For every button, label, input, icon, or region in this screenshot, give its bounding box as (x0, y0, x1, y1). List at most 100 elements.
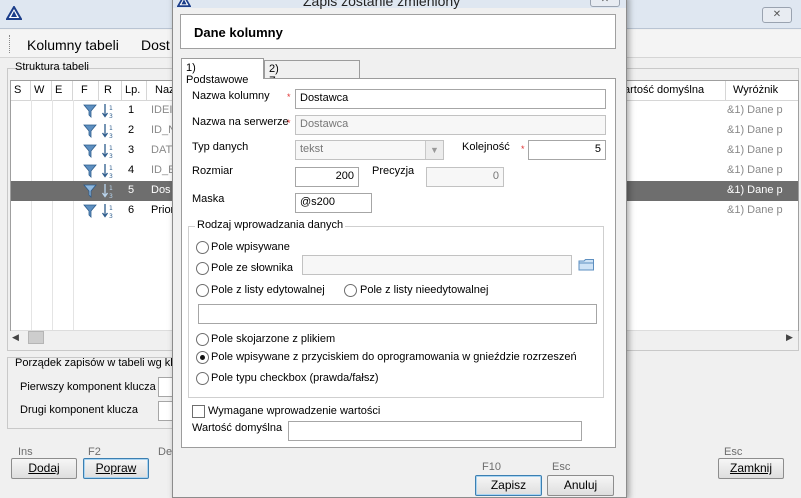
col-header-wyroznik[interactable]: Wyróżnik (726, 81, 798, 100)
row-wyroznik: &1) Dane p (727, 104, 783, 116)
app-logo-icon (6, 6, 22, 20)
data-type-label: Typ danych (192, 141, 249, 153)
required-marker: * (521, 144, 525, 154)
svg-text:3: 3 (109, 213, 113, 219)
svg-text:1: 1 (109, 145, 113, 152)
radio-label[interactable]: Pole wpisywane (211, 241, 290, 253)
order-label: Kolejność (462, 141, 510, 153)
radio-pole-ze-slownika[interactable] (196, 262, 209, 275)
add-button[interactable]: Dodaj (11, 458, 77, 479)
col-header-w[interactable]: W (31, 81, 52, 100)
cancel-button[interactable]: Anuluj (547, 475, 614, 496)
row-name: IDEI (151, 104, 173, 116)
mask-label: Maska (192, 193, 225, 205)
radio-label[interactable]: Pole skojarzone z plikiem (211, 333, 335, 345)
dialog-title: Zapis zostanie zmieniony (303, 0, 461, 9)
required-marker: * (287, 92, 291, 102)
svg-text:1: 1 (109, 105, 113, 112)
order-input[interactable]: 5 (528, 140, 606, 160)
main-window-close-button[interactable]: ✕ (762, 7, 792, 23)
row-wyroznik: &1) Dane p (727, 124, 783, 136)
size-label: Rozmiar (192, 165, 233, 177)
filter-icon (83, 164, 97, 178)
size-input[interactable]: 200 (295, 167, 359, 187)
col-header-f[interactable]: F (73, 81, 99, 100)
first-key-label: Pierwszy komponent klucza (20, 381, 156, 393)
f2-key-hint: F2 (88, 446, 101, 458)
row-wyroznik: &1) Dane p (727, 144, 783, 156)
sort-icon: 13 (102, 144, 113, 159)
filter-icon (83, 204, 97, 218)
col-header-default-value[interactable]: artość domyślna (620, 81, 726, 100)
svg-text:1: 1 (109, 185, 113, 192)
folder-icon[interactable] (578, 258, 595, 271)
server-name-label: Nazwa na serwerze (192, 116, 289, 128)
column-name-label: Nazwa kolumny (192, 90, 270, 102)
ins-key-hint: Ins (18, 446, 33, 458)
svg-text:3: 3 (109, 133, 113, 139)
svg-text:3: 3 (109, 173, 113, 179)
server-name-input[interactable]: Dostawca (295, 115, 606, 135)
close-button[interactable]: Zamknij (718, 458, 784, 479)
radio-label[interactable]: Pole z listy nieedytowalnej (360, 284, 488, 296)
svg-text:1: 1 (109, 205, 113, 212)
input-type-group-title: Rodzaj wprowadzania danych (195, 219, 346, 231)
radio-label[interactable]: Pole wpisywane z przyciskiem do oprogram… (211, 351, 577, 363)
row-wyroznik: &1) Dane p (727, 204, 783, 216)
row-lp: 3 (128, 144, 135, 156)
radio-pole-wpisywane-z-przyciskiem[interactable] (196, 351, 209, 364)
key-order-title: Porządek zapisów w tabeli wg klu (15, 357, 179, 369)
scroll-right-arrow-icon[interactable]: ▶ (786, 332, 793, 343)
menu-kolumny-tabeli[interactable]: Kolumny tabeli (27, 37, 119, 53)
required-marker: * (287, 118, 291, 128)
dictionary-input[interactable] (302, 255, 572, 275)
radio-pole-wpisywane[interactable] (196, 241, 209, 254)
menu-dost[interactable]: Dost (141, 37, 170, 53)
svg-text:1: 1 (109, 165, 113, 172)
required-value-checkbox[interactable] (192, 405, 205, 418)
row-lp: 6 (128, 204, 135, 216)
radio-pole-skojarzone-z-plikiem[interactable] (196, 333, 209, 346)
save-button[interactable]: Zapisz (475, 475, 542, 496)
data-type-value: tekst (300, 143, 324, 155)
row-lp: 5 (128, 184, 135, 196)
scroll-left-arrow-icon[interactable]: ◀ (12, 332, 19, 343)
list-values-input[interactable] (198, 304, 597, 324)
tab-podstawowe[interactable]: 1) Podstawowe (181, 58, 264, 86)
data-type-select[interactable]: tekst ▼ (295, 140, 444, 160)
scrollbar-thumb[interactable] (28, 331, 44, 344)
radio-pole-z-listy-nieedytowalnej[interactable] (344, 284, 357, 297)
col-header-r[interactable]: R (99, 81, 122, 100)
edit-button[interactable]: Popraw (83, 458, 149, 479)
row-wyroznik: &1) Dane p (727, 184, 783, 196)
dialog-header-title: Dane kolumny (194, 25, 283, 40)
second-key-label: Drugi komponent klucza (20, 404, 139, 416)
col-header-s[interactable]: S (11, 81, 31, 100)
svg-text:3: 3 (109, 193, 113, 199)
del-key-hint: De (158, 446, 173, 458)
default-value-label: Wartość domyślna (192, 422, 283, 434)
row-lp: 1 (128, 104, 135, 116)
precision-input[interactable]: 0 (426, 167, 504, 187)
dialog-close-button[interactable]: ✕ (590, 0, 620, 7)
menu-bar-grip (9, 35, 12, 53)
filter-icon (83, 104, 97, 118)
radio-label[interactable]: Pole z listy edytowalnej (211, 284, 325, 296)
tab-zaawansowane[interactable]: 2) Zaawansowane (264, 60, 360, 87)
default-value-input[interactable] (288, 421, 582, 441)
esc-key-hint: Esc (724, 446, 743, 458)
radio-pole-typu-checkbox[interactable] (196, 372, 209, 385)
col-header-lp[interactable]: Lp. (122, 81, 147, 100)
radio-label[interactable]: Pole typu checkbox (prawda/fałsz) (211, 372, 379, 384)
sort-icon: 13 (102, 164, 113, 179)
column-name-input[interactable]: Dostawca (295, 89, 606, 109)
filter-icon (83, 124, 97, 138)
radio-pole-z-listy-edytowalnej[interactable] (196, 284, 209, 297)
radio-label[interactable]: Pole ze słownika (211, 262, 293, 274)
row-wyroznik: &1) Dane p (727, 164, 783, 176)
svg-text:3: 3 (109, 153, 113, 159)
mask-input[interactable]: @s200 (295, 193, 372, 213)
required-value-label[interactable]: Wymagane wprowadzenie wartości (208, 405, 380, 417)
chevron-down-icon[interactable]: ▼ (425, 141, 443, 159)
col-header-e[interactable]: E (52, 81, 73, 100)
